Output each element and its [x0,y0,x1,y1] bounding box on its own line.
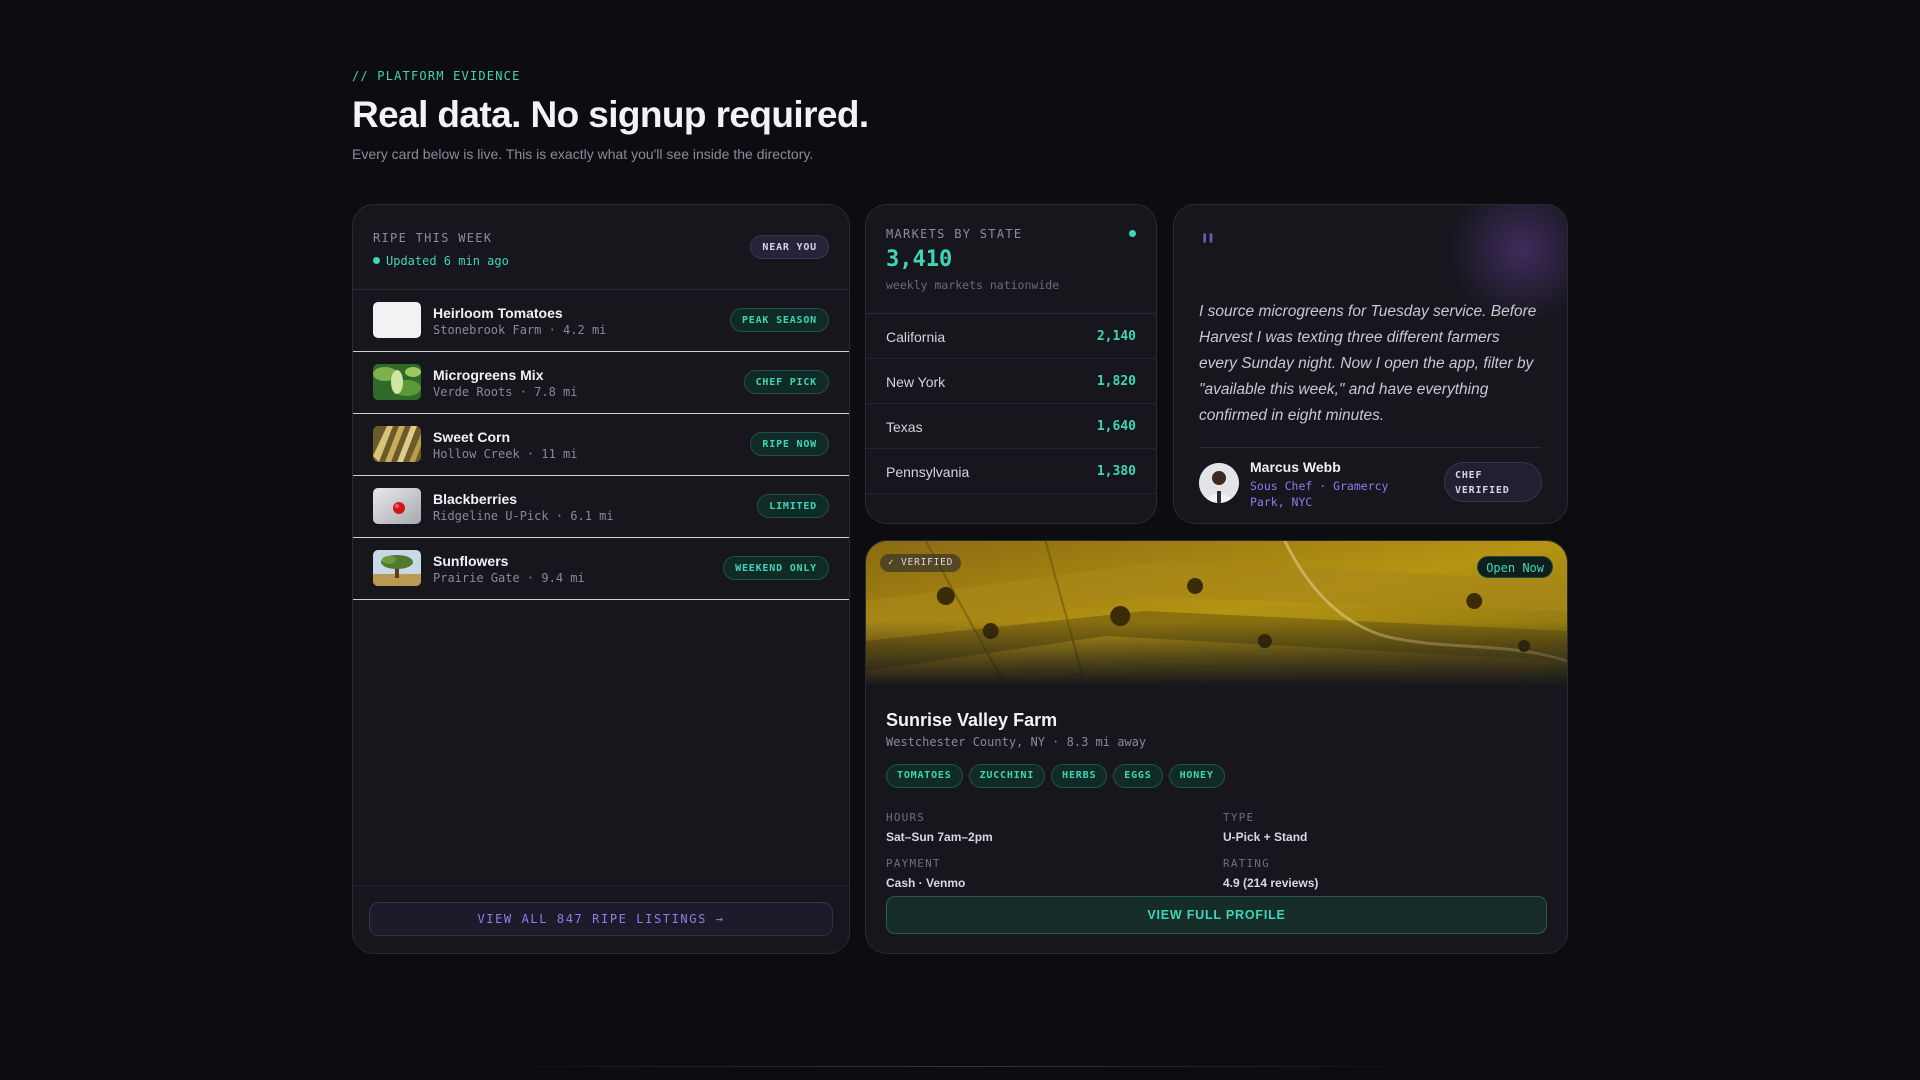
type-label: TYPE [1223,811,1255,824]
payment-label: PAYMENT [886,857,941,870]
item-source: Ridgeline U-Pick · 6.1 mi [433,509,614,523]
item-source: Hollow Creek · 11 mi [433,447,578,461]
rating-value: 4.9 (214 reviews) [1223,876,1319,890]
sunflowers-thumbnail [373,550,421,586]
hours-fact: HOURS Sat–Sun 7am–2pm [886,811,993,844]
live-dot-icon [1129,230,1136,237]
testimonial-quote: I source microgreens for Tuesday service… [1199,303,1537,424]
item-badge: LIMITED [757,494,829,518]
list-item[interactable]: Microgreens Mix Verde Roots · 7.8 mi CHE… [353,352,849,414]
near-you-badge[interactable]: NEAR YOU [750,235,829,259]
table-row[interactable]: Pennsylvania 1,380 [866,449,1156,494]
section-eyebrow: // PLATFORM EVIDENCE [352,69,521,83]
item-badge: CHEF PICK [743,370,829,394]
blackberries-thumbnail [373,488,421,524]
farm-location: Westchester County, NY · 8.3 mi away [886,735,1147,749]
updated-status: Updated 6 min ago [373,254,509,268]
state-count: 2,140 [1096,329,1136,344]
tag-herbs[interactable]: HERBS [1051,764,1108,788]
tag-eggs[interactable]: EGGS [1113,764,1163,788]
markets-title: MARKETS BY STATE [886,227,1023,241]
list-item[interactable]: Heirloom Tomatoes Stonebrook Farm · 4.2 … [353,290,849,352]
verified-badge: ✓ VERIFIED [880,554,962,572]
state-count: 1,640 [1096,419,1136,434]
type-fact: TYPE U-Pick + Stand [1223,811,1307,844]
farm-name: Sunrise Valley Farm [886,710,1058,730]
item-source: Verde Roots · 7.8 mi [433,385,578,399]
item-source: Stonebrook Farm · 4.2 mi [433,323,607,337]
quote-mark-icon: " [1200,227,1216,267]
rating-label: RATING [1223,857,1270,870]
hours-value: Sat–Sun 7am–2pm [886,830,993,844]
tag-tomatoes[interactable]: TOMATOES [886,764,963,788]
markets-total: 3,410 [886,247,953,272]
state-name: New York [886,374,946,390]
item-name: Sweet Corn [433,429,511,445]
rating-fact: RATING 4.9 (214 reviews) [1223,857,1318,890]
table-row[interactable]: Texas 1,640 [866,404,1156,449]
microgreens-thumbnail [373,364,421,400]
type-value: U-Pick + Stand [1223,830,1308,844]
bottom-divider [460,1066,1460,1067]
ripe-this-week-card: RIPE THIS WEEK Updated 6 min ago NEAR YO… [352,204,850,954]
farm-aerial-image [866,541,1567,686]
markets-caption: weekly markets nationwide [886,278,1060,292]
item-badge: PEAK SEASON [729,308,829,332]
produce-tags: TOMATOES ZUCCHINI HERBS EGGS HONEY [886,764,1225,788]
state-name: Texas [886,419,923,435]
payment-fact: PAYMENT Cash · Venmo [886,857,965,890]
item-name: Heirloom Tomatoes [433,305,563,321]
item-source: Prairie Gate · 9.4 mi [433,571,585,585]
sweet-corn-thumbnail [373,426,421,462]
item-badge: WEEKEND ONLY [723,556,829,580]
table-row[interactable]: California 2,140 [866,314,1156,359]
markets-list: California 2,140 New York 1,820 Texas 1,… [866,313,1156,523]
markets-by-state-card: MARKETS BY STATE 3,410 weekly markets na… [865,204,1157,524]
tag-honey[interactable]: HONEY [1168,764,1225,788]
state-name: Pennsylvania [886,464,970,480]
list-item[interactable]: Sweet Corn Hollow Creek · 11 mi RIPE NOW [353,414,849,476]
item-badge: RIPE NOW [750,432,829,456]
testimonial-card: " I source microgreens for Tuesday servi… [1173,204,1568,524]
view-full-profile-button[interactable]: VIEW FULL PROFILE [886,896,1547,934]
ripe-card-header: RIPE THIS WEEK Updated 6 min ago NEAR YO… [353,205,849,290]
tag-zucchini[interactable]: ZUCCHINI [968,764,1046,788]
divider [1199,447,1542,448]
scroll-fade-row [866,494,1156,523]
table-row[interactable]: New York 1,820 [866,359,1156,404]
list-item[interactable]: Sunflowers Prairie Gate · 9.4 mi WEEKEND… [353,538,849,600]
chef-verified-badge: CHEF VERIFIED [1444,462,1542,502]
list-item[interactable]: Blackberries Ridgeline U-Pick · 6.1 mi L… [353,476,849,538]
state-name: California [886,329,946,345]
state-count: 1,820 [1096,374,1136,389]
author-role: Sous Chef · Gramercy Park, NYC [1250,479,1389,509]
heirloom-tomatoes-thumbnail [373,302,421,338]
state-count: 1,380 [1096,464,1136,479]
ripe-card-title: RIPE THIS WEEK [373,231,493,245]
updated-text: Updated 6 min ago [386,254,509,268]
page-subtitle: Every card below is live. This is exactl… [352,146,814,162]
item-name: Sunflowers [433,553,509,569]
farm-profile-card: ✓ VERIFIED Open Now Sunrise Valley Farm … [865,540,1568,954]
payment-value: Cash · Venmo [886,876,966,890]
item-name: Microgreens Mix [433,367,544,383]
ripe-card-footer: VIEW ALL 847 RIPE LISTINGS → [353,885,849,953]
page-title: Real data. No signup required. [352,94,869,135]
view-all-listings-button[interactable]: VIEW ALL 847 RIPE LISTINGS → [369,902,833,936]
live-dot-icon [373,257,380,264]
open-now-status: Open Now [1477,556,1553,578]
item-name: Blackberries [433,491,518,507]
author-name: Marcus Webb [1250,459,1341,475]
avatar [1199,463,1239,503]
hours-label: HOURS [886,811,926,824]
